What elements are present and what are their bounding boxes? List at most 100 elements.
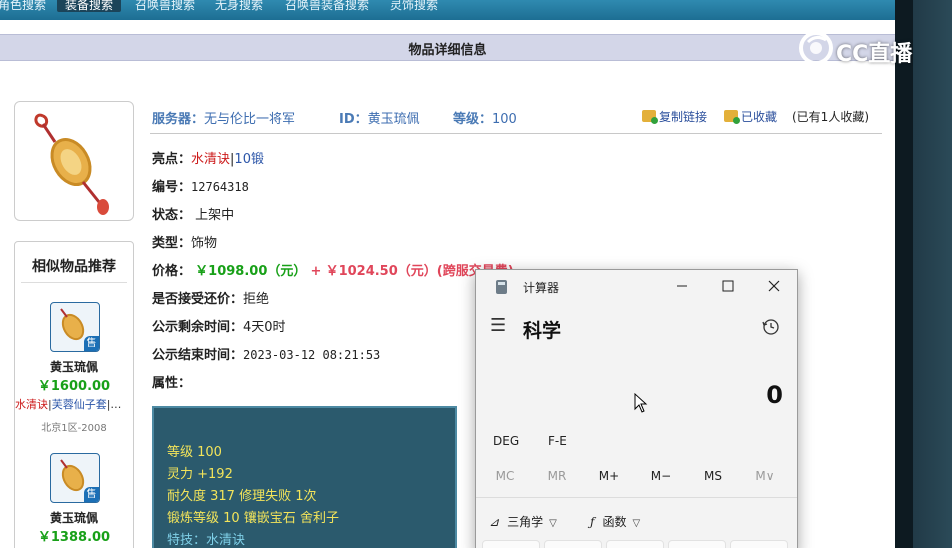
fe-button[interactable]: F-E <box>548 434 567 448</box>
id-value: 黄玉琉佩 <box>367 112 420 127</box>
counter-offer-label: 是否接受还价： <box>152 292 244 307</box>
m-minus-button[interactable]: M− <box>636 469 686 483</box>
mr-button[interactable]: MR <box>532 469 582 483</box>
type-label: 类型： <box>152 236 192 251</box>
nav-pet-search[interactable]: 召唤兽搜索 <box>135 0 195 13</box>
similar-item-name[interactable]: 黄玉琉佩 <box>15 509 133 526</box>
m-plus-button[interactable]: M+ <box>584 469 634 483</box>
number-label: 编号： <box>152 180 192 195</box>
counter-offer-value: 拒绝 <box>243 292 270 307</box>
divider <box>476 497 797 498</box>
minimize-icon <box>677 285 687 287</box>
calc-key[interactable] <box>544 540 602 548</box>
price-row: 价格： ￥1098.00（元） + ￥1024.50（元）(跨服交易费) <box>152 260 514 279</box>
tag-red: 水清诀 <box>15 398 48 411</box>
mouse-cursor-icon <box>634 393 648 413</box>
page-title: 物品详细信息 <box>408 43 487 58</box>
minimize-button[interactable] <box>659 272 705 302</box>
tag-rest: |… <box>106 398 122 411</box>
copy-link-button[interactable]: 复制链接 <box>642 108 707 125</box>
price-main: ￥1098.00（元） <box>195 264 307 279</box>
item-thumbnail[interactable]: 售 <box>50 302 100 352</box>
top-nav: 角色搜索 装备搜索 召唤兽搜索 无身搜索 召唤兽装备搜索 灵饰搜索 <box>0 0 895 20</box>
favorite-button[interactable]: 已收藏 <box>724 108 777 125</box>
hamburger-menu-icon[interactable]: ☰ <box>490 317 506 335</box>
function-label: 函数 <box>602 515 627 529</box>
function-dropdown[interactable]: ƒ 函数 ▽ <box>590 513 640 530</box>
item-thumbnail[interactable]: 售 <box>50 453 100 503</box>
status-label: 状态： <box>152 208 192 223</box>
similar-item-price: ￥1600.00 <box>37 379 111 394</box>
calculator-mode: 科学 <box>523 320 562 342</box>
header-divider <box>150 133 882 134</box>
attributes-panel: 等级 100 灵力 +192 耐久度 317 修理失败 1次 锻炼等级 10 镶… <box>152 406 457 548</box>
chevron-down-icon: ▽ <box>632 518 641 529</box>
level-value: 100 <box>492 112 517 127</box>
nav-ornament-search[interactable]: 灵饰搜索 <box>390 0 438 13</box>
tag-blue: 芙蓉仙子套 <box>51 398 107 411</box>
nav-equipment-search[interactable]: 装备搜索 <box>57 0 122 12</box>
nav-body-search[interactable]: 无身搜索 <box>215 0 263 13</box>
highlight-row: 亮点：水清诀|10锻 <box>152 148 264 167</box>
pendant-image <box>34 113 109 215</box>
close-icon <box>768 280 780 292</box>
calc-key[interactable] <box>730 540 788 548</box>
calculator-display: 0 <box>766 381 783 409</box>
highlight-skill: 水清诀 <box>191 152 231 167</box>
attributes-label: 属性： <box>152 376 192 391</box>
counter-offer-row: 是否接受还价：拒绝 <box>152 288 269 307</box>
favorite-count: (已有1人收藏) <box>792 110 869 124</box>
history-icon[interactable] <box>762 318 780 336</box>
similar-items-panel: 相似物品推荐 售 黄玉琉佩 ￥1600.00 水清诀|芙蓉仙子套|… 北京1区-… <box>14 241 134 548</box>
nav-role-search[interactable]: 角色搜索 <box>0 0 46 13</box>
level-label: 等级： <box>453 112 493 127</box>
right-background <box>895 0 952 548</box>
highlight-label: 亮点： <box>152 152 192 167</box>
sale-badge: 售 <box>84 336 99 351</box>
sale-badge: 售 <box>84 487 99 502</box>
attr-level: 等级 100 <box>167 445 222 460</box>
end-time-value: 2023-03-12 08:21:53 <box>243 348 381 362</box>
memory-list-button[interactable]: M∨ <box>740 469 790 483</box>
similar-item-server: 北京1区-2008 <box>41 423 107 434</box>
ms-button[interactable]: MS <box>688 469 738 483</box>
calculator-icon <box>496 280 507 294</box>
calc-key[interactable] <box>606 540 664 548</box>
similar-item-name[interactable]: 黄玉琉佩 <box>15 358 133 375</box>
remaining-time-label: 公示剩余时间： <box>152 320 244 335</box>
history-clock-icon <box>762 319 779 335</box>
title-bar: 物品详细信息 <box>0 34 895 61</box>
chevron-down-icon: ▽ <box>549 518 557 529</box>
watermark-text: CC直播 <box>836 42 913 67</box>
type-value: 饰物 <box>191 236 218 251</box>
server-label: 服务器： <box>152 112 205 127</box>
triangle-icon: ⊿ <box>489 515 500 529</box>
function-icon: ƒ <box>590 515 595 529</box>
favorite-icon <box>724 110 740 124</box>
trig-label: 三角学 <box>507 515 544 529</box>
nav-gap <box>0 20 895 34</box>
deg-button[interactable]: DEG <box>493 434 519 448</box>
status-value: 上架中 <box>195 208 235 223</box>
calc-key[interactable] <box>482 540 540 548</box>
trig-dropdown[interactable]: ⊿ 三角学 ▽ <box>489 513 557 530</box>
divider <box>21 282 127 283</box>
end-time-row: 公示结束时间：2023-03-12 08:21:53 <box>152 344 380 363</box>
calc-key[interactable] <box>668 540 726 548</box>
remaining-time-value: 4天0时 <box>243 320 286 335</box>
price-label: 价格： <box>152 264 192 279</box>
maximize-button[interactable] <box>705 272 751 302</box>
type-row: 类型：饰物 <box>152 232 217 251</box>
server-info: 服务器：无与伦比一将军 <box>152 108 295 127</box>
calculator-title: 计算器 <box>523 281 560 295</box>
mc-button[interactable]: MC <box>480 469 530 483</box>
nav-pet-equipment-search[interactable]: 召唤兽装备搜索 <box>285 0 369 13</box>
server-value: 无与伦比一将军 <box>204 112 296 127</box>
remaining-time-row: 公示剩余时间：4天0时 <box>152 316 286 335</box>
id-info: ID：黄玉琉佩 <box>339 108 420 127</box>
highlight-forge: 10锻 <box>234 152 264 167</box>
favorite-label: 已收藏 <box>741 110 778 124</box>
similar-item-price: ￥1388.00 <box>37 530 111 545</box>
close-button[interactable] <box>751 272 797 302</box>
copy-link-label: 复制链接 <box>659 110 708 124</box>
